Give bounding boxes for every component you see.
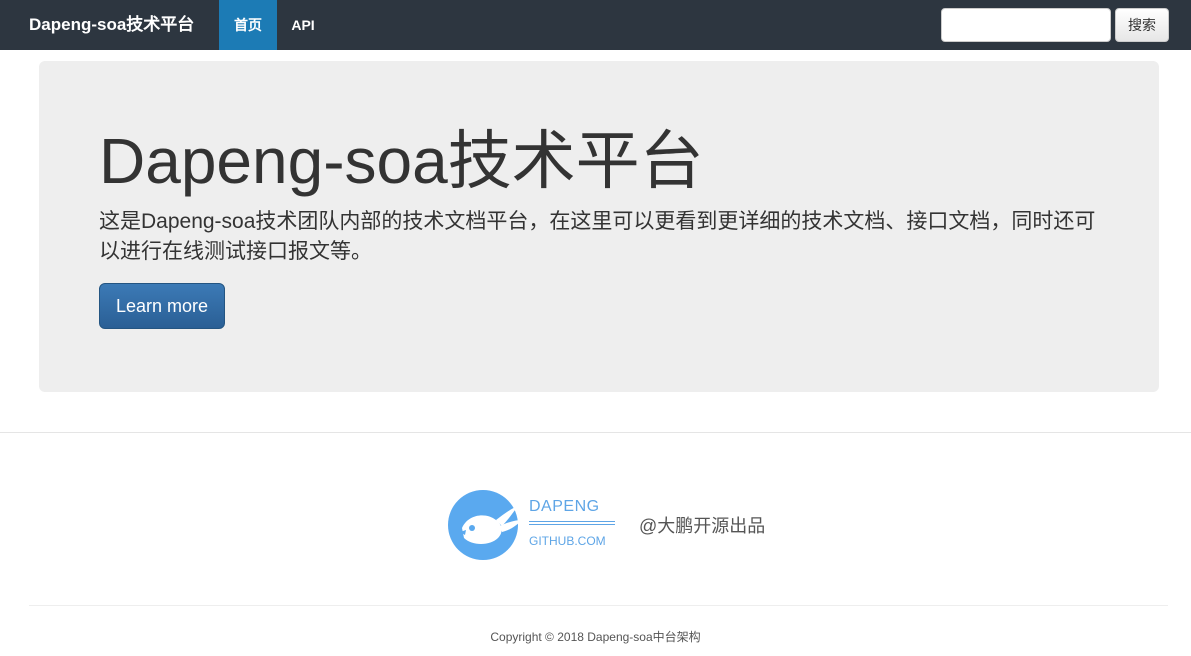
logo-text-bottom: GITHUB.COM <box>529 534 606 548</box>
bird-logo-icon <box>448 490 522 560</box>
brand-link[interactable]: Dapeng-soa技术平台 <box>29 0 194 50</box>
footer-divider <box>0 432 1191 433</box>
dapeng-logo[interactable]: DAPENG GITHUB.COM <box>446 488 618 562</box>
top-navbar: Dapeng-soa技术平台 首页 API 搜索 <box>0 0 1191 50</box>
author-text: @大鹏开源出品 <box>639 516 766 536</box>
jumbotron: Dapeng-soa技术平台 这是Dapeng-soa技术团队内部的技术文档平台… <box>39 61 1159 392</box>
nav-item-home[interactable]: 首页 <box>219 0 277 50</box>
logo-text-top: DAPENG <box>529 498 600 515</box>
learn-more-button[interactable]: Learn more <box>99 283 225 329</box>
logo-divider <box>529 521 615 522</box>
search-input[interactable] <box>941 8 1111 42</box>
page-description: 这是Dapeng-soa技术团队内部的技术文档平台，在这里可以更看到更详细的技术… <box>99 210 1096 263</box>
copyright-text: Copyright © 2018 Dapeng-soa中台架构 <box>490 630 701 644</box>
logo-divider <box>529 524 615 525</box>
copyright-divider <box>29 605 1168 606</box>
search-button[interactable]: 搜索 <box>1115 8 1169 42</box>
nav-item-api[interactable]: API <box>277 0 329 50</box>
page-title: Dapeng-soa技术平台 <box>99 125 704 197</box>
